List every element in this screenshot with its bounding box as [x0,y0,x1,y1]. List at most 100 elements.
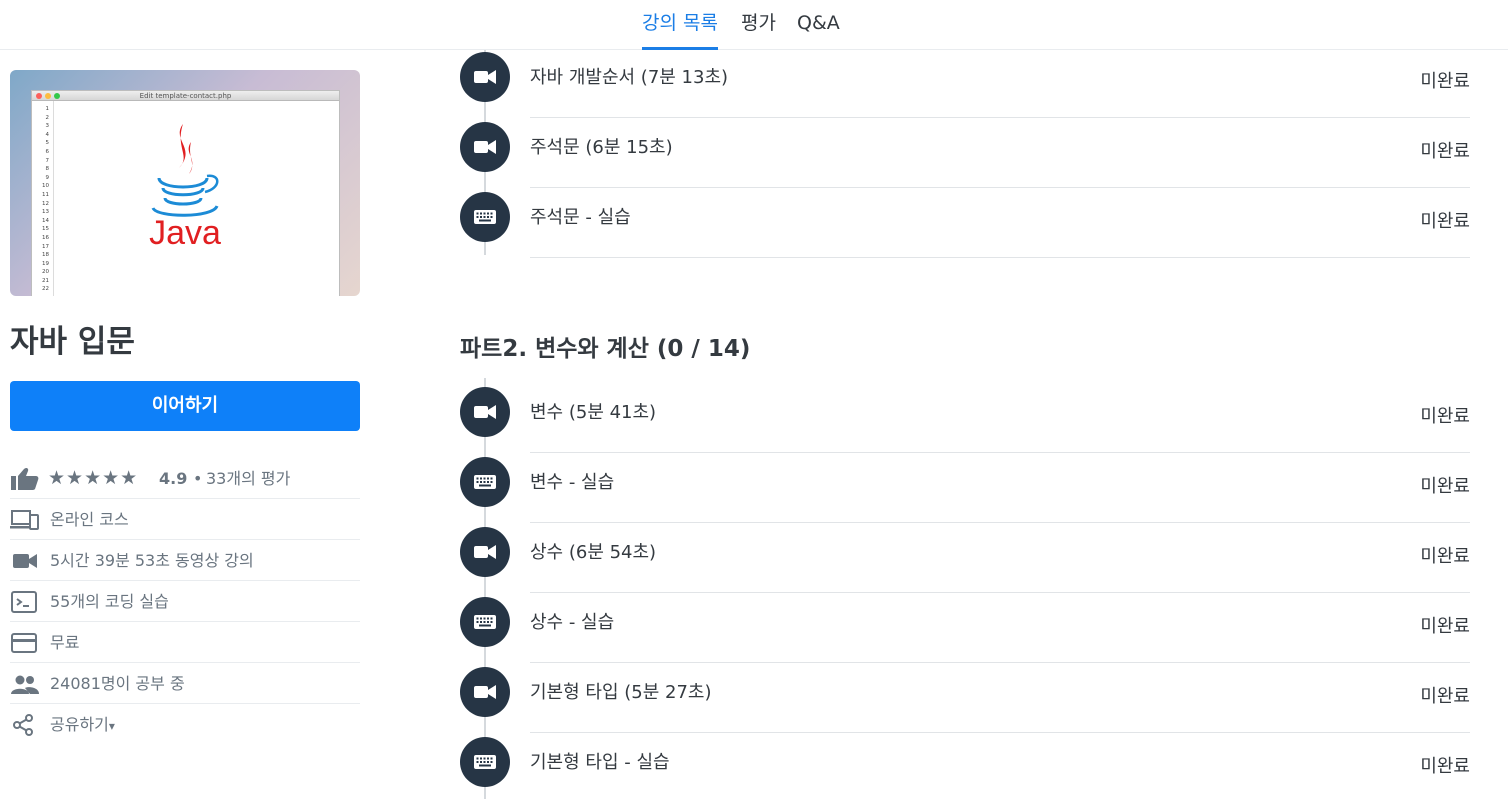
people-icon [11,675,39,694]
lesson-row[interactable]: 자바 개발순서 (7분 13초) 미완료 [460,49,1470,119]
line-number: 18 [42,252,49,259]
course-title: 자바 입문 [10,324,135,360]
lesson-row[interactable]: 주석문 (6분 15초) 미완료 [460,119,1470,189]
lesson-icon-circle [460,52,510,102]
share-button[interactable]: 공유하기▾ [10,704,360,745]
devices-icon [10,510,39,530]
tab-qna[interactable]: Q&A [797,0,840,50]
lesson-divider [530,522,1470,523]
top-tab-bar: 강의 목록 평가 Q&A [0,0,1508,50]
rating-row: ★★★★★ 4.9 • 33개의 평가 [10,458,360,499]
lesson-divider [530,187,1470,188]
line-number: 1 [45,106,50,112]
line-number: 17 [42,243,49,250]
line-number: 12 [42,200,49,207]
lesson-title: 자바 개발순서 (7분 13초) [530,67,729,88]
review-count-link[interactable]: 33개의 평가 [206,458,290,499]
line-number-gutter: 1 2 3 4 5 6 7 8 9 10 11 12 13 14 15 16 17 18 19 20 21 22 [32,101,54,296]
lesson-divider [530,117,1470,118]
lesson-status: 미완료 [1420,71,1470,92]
coding-practice-text: 55개의 코딩 실습 [50,592,169,611]
line-number: 14 [42,217,49,224]
share-icon [13,714,33,736]
line-number: 15 [42,226,49,233]
coding-practice-row: 55개의 코딩 실습 [10,581,360,622]
rating-stars: ★★★★★ [48,467,139,489]
lesson-status: 미완료 [1420,406,1470,427]
video-duration-text: 5시간 39분 53초 동영상 강의 [50,551,254,570]
lesson-icon-circle [460,122,510,172]
rating-score: 4.9 [159,469,188,488]
price-row: 무료 [10,622,360,663]
lesson-title: 주석문 - 실습 [530,207,631,228]
line-number: 11 [42,191,49,198]
rating-separator: • [193,469,203,488]
tab-reviews[interactable]: 평가 [741,0,776,50]
course-type-row: 온라인 코스 [10,499,360,540]
lesson-status: 미완료 [1420,141,1470,162]
line-number: 9 [45,174,50,181]
price-text: 무료 [50,633,80,652]
editor-title-bar: Edit template-contact.php [32,91,339,101]
chevron-down-icon: ▾ [108,719,115,733]
lesson-divider [530,662,1470,663]
lesson-row[interactable]: 변수 (5분 41초) 미완료 [460,384,1470,454]
lesson-title: 상수 - 실습 [530,612,615,633]
lesson-row[interactable]: 기본형 타입 - 실습 미완료 [460,734,1470,799]
line-number: 13 [42,209,49,216]
java-logo-icon: Java [149,124,221,252]
line-number: 4 [45,131,50,138]
tab-lecture-list[interactable]: 강의 목록 [642,0,718,50]
lesson-row[interactable]: 변수 - 실습 미완료 [460,454,1470,524]
students-row: 24081명이 공부 중 [10,663,360,704]
lesson-row[interactable]: 주석문 - 실습 미완료 [460,189,1470,259]
lesson-title: 기본형 타입 (5분 27초) [530,682,712,703]
lesson-icon-circle [460,737,510,787]
line-number: 8 [45,166,50,173]
lesson-row[interactable]: 상수 - 실습 미완료 [460,594,1470,664]
java-logo-text: Java [149,214,221,252]
lesson-icon-circle [460,387,510,437]
lesson-row[interactable]: 기본형 타입 (5분 27초) 미완료 [460,664,1470,734]
lesson-title: 주석문 (6분 15초) [530,137,673,158]
thumbs-up-icon [11,467,39,490]
lesson-icon-circle [460,597,510,647]
lesson-title: 상수 (6분 54초) [530,542,657,563]
line-number: 6 [45,148,50,155]
lesson-divider [530,257,1470,258]
share-text: 공유하기 [50,715,109,734]
lesson-divider [530,452,1470,453]
lesson-row[interactable]: 상수 (6분 54초) 미완료 [460,524,1470,594]
credit-card-icon [11,633,37,653]
editor-window-title: Edit template-contact.php [139,92,232,100]
continue-button[interactable]: 이어하기 [10,381,360,431]
lesson-icon-circle [460,667,510,717]
line-number: 2 [45,114,50,121]
lesson-status: 미완료 [1420,476,1470,497]
line-number: 3 [45,123,50,130]
lesson-status: 미완료 [1420,546,1470,567]
line-number: 20 [42,269,49,276]
line-number: 5 [45,140,50,147]
line-number: 10 [42,183,49,190]
lesson-status: 미완료 [1420,616,1470,637]
terminal-icon [11,591,37,613]
line-number: 7 [45,157,50,164]
line-number: 22 [42,286,49,293]
lesson-title: 기본형 타입 - 실습 [530,752,670,773]
video-duration-row: 5시간 39분 53초 동영상 강의 [10,540,360,581]
students-text: 24081명이 공부 중 [50,674,185,693]
lesson-title: 변수 (5분 41초) [530,402,657,423]
line-number: 16 [42,234,49,241]
line-number: 21 [42,277,49,284]
course-thumbnail: Edit template-contact.php 1 2 3 4 5 6 7 8 9 10 11 1… [10,70,360,296]
lesson-divider [530,732,1470,733]
lesson-icon-circle [460,192,510,242]
lesson-status: 미완료 [1420,756,1470,777]
course-type-text: 온라인 코스 [50,510,129,529]
lesson-icon-circle [460,527,510,577]
lesson-status: 미완료 [1420,686,1470,707]
share-label: 공유하기▾ [50,704,115,747]
video-camera-icon [13,554,37,568]
lesson-title: 변수 - 실습 [530,472,615,493]
